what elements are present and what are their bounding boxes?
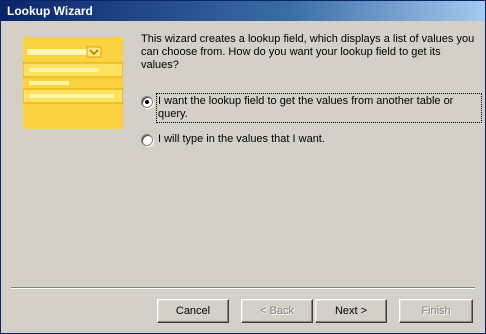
option-from-table-label[interactable]: I want the lookup field to get the value… (156, 93, 482, 123)
cancel-button[interactable]: Cancel (157, 299, 229, 323)
lookup-list-illustration-icon (23, 37, 123, 129)
option-type-values[interactable]: I will type in the values that I want. (141, 133, 325, 146)
next-button[interactable]: Next > (315, 299, 387, 323)
lookup-wizard-dialog: Lookup Wizard This wizard creates a look… (0, 0, 486, 334)
radio-from-table[interactable] (141, 96, 153, 108)
radio-type-values[interactable] (141, 134, 153, 146)
title-bar[interactable]: Lookup Wizard (1, 1, 485, 21)
finish-button[interactable]: Finish (399, 299, 473, 323)
back-button[interactable]: < Back (241, 299, 313, 323)
separator (11, 287, 475, 289)
option-from-table[interactable]: I want the lookup field to get the value… (141, 93, 482, 123)
intro-text: This wizard creates a lookup field, whic… (141, 33, 475, 71)
option-type-values-label[interactable]: I will type in the values that I want. (158, 133, 325, 146)
window-title: Lookup Wizard (7, 4, 93, 18)
